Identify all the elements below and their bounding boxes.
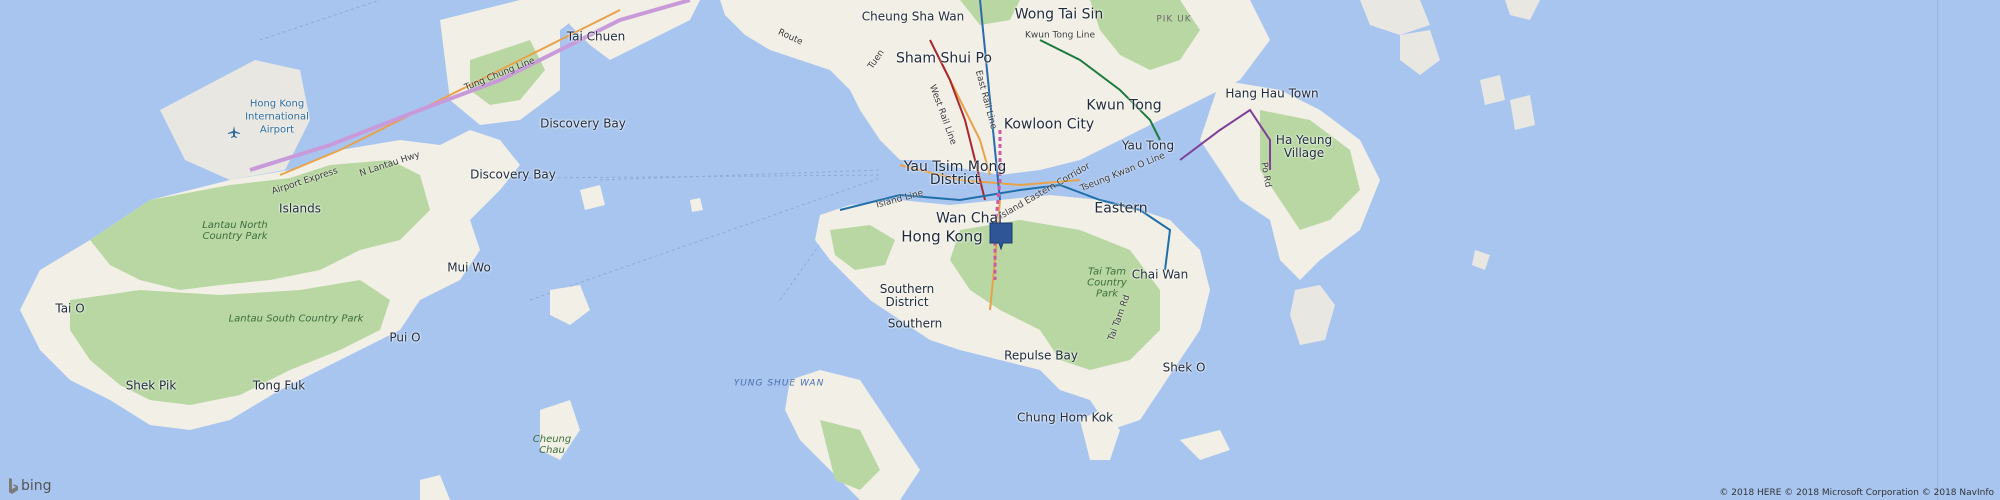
location-pin-icon[interactable] xyxy=(989,222,1013,250)
label-eastern[interactable]: Eastern xyxy=(1094,202,1147,216)
label-southern[interactable]: Southern xyxy=(888,317,943,331)
map-canvas[interactable]: Cheung Sha Wan Wong Tai Sin PIK UK Sham … xyxy=(0,0,2000,500)
label-kwun-tong[interactable]: Kwun Tong xyxy=(1086,99,1161,113)
map-base xyxy=(0,0,2000,500)
label-cheung-sha-wan[interactable]: Cheung Sha Wan xyxy=(862,10,964,24)
label-ha-yeung-village[interactable]: Ha Yeung Village xyxy=(1274,134,1334,160)
label-shek-pik[interactable]: Shek Pik xyxy=(126,379,177,393)
label-airport[interactable]: Hong Kong International Airport xyxy=(237,98,317,137)
label-shek-o[interactable]: Shek O xyxy=(1163,361,1206,375)
label-tai-chuen[interactable]: Tai Chuen xyxy=(567,30,625,44)
label-mui-wo[interactable]: Mui Wo xyxy=(447,261,491,275)
label-sham-shui-po[interactable]: Sham Shui Po xyxy=(896,52,992,66)
label-tai-o[interactable]: Tai O xyxy=(55,302,84,316)
bing-logo-icon xyxy=(9,478,18,494)
label-southern-district[interactable]: Southern District xyxy=(867,283,947,309)
label-islands[interactable]: Islands xyxy=(279,202,321,216)
map-edge-line xyxy=(1937,0,1938,500)
label-yung-shue-wan: YUNG SHUE WAN xyxy=(733,378,825,389)
label-repulse-bay[interactable]: Repulse Bay xyxy=(1004,349,1078,363)
label-kwun-tong-line: Kwun Tong Line xyxy=(1024,30,1096,41)
label-hong-kong[interactable]: Hong Kong xyxy=(901,229,983,244)
label-chai-wan[interactable]: Chai Wan xyxy=(1132,268,1189,282)
map-attribution: © 2018 HERE © 2018 Microsoft Corporation… xyxy=(1719,488,1994,498)
bing-logo[interactable]: bing xyxy=(8,478,52,494)
label-wong-tai-sin[interactable]: Wong Tai Sin xyxy=(1015,8,1104,22)
label-yau-tong[interactable]: Yau Tong xyxy=(1122,139,1174,153)
label-lantau-south-cp: Lantau South Country Park xyxy=(228,313,364,325)
label-discovery-bay-1[interactable]: Discovery Bay xyxy=(540,117,626,131)
label-pik-uk: PIK UK xyxy=(1156,14,1192,25)
airport-icon xyxy=(228,126,240,138)
label-chung-hom-kok[interactable]: Chung Hom Kok xyxy=(1017,411,1113,425)
label-pui-o[interactable]: Pui O xyxy=(389,331,420,345)
bing-logo-text: bing xyxy=(21,478,52,494)
label-yau-tsim-mong[interactable]: Yau Tsim Mong District xyxy=(900,160,1010,187)
label-tong-fuk[interactable]: Tong Fuk xyxy=(253,379,305,393)
label-discovery-bay-2[interactable]: Discovery Bay xyxy=(470,168,556,182)
label-hang-hau-town[interactable]: Hang Hau Town xyxy=(1225,87,1318,101)
label-lantau-north-cp: Lantau North Country Park xyxy=(202,220,268,242)
label-kowloon-city[interactable]: Kowloon City xyxy=(1004,118,1094,132)
label-cheung-chau: Cheung Chau xyxy=(532,434,572,456)
